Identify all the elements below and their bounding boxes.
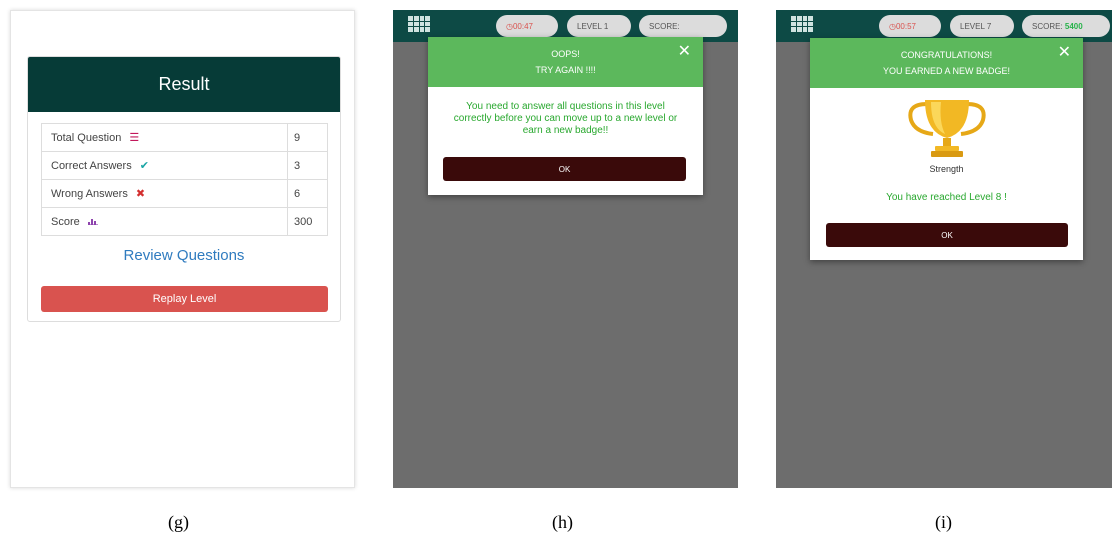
- menu-grid-icon[interactable]: [791, 16, 813, 32]
- ok-button[interactable]: OK: [826, 223, 1068, 247]
- modal-subtitle: YOU EARNED A NEW BADGE!: [882, 66, 1011, 76]
- badge-modal: CONGRATULATIONS! YOU EARNED A NEW BADGE!…: [810, 38, 1083, 260]
- modal-title: OOPS!: [551, 49, 580, 59]
- timer-pill: ◷ 00:47: [496, 15, 558, 37]
- menu-grid-icon[interactable]: [408, 16, 430, 32]
- oops-modal: OOPS! TRY AGAIN !!!! ✕ You need to answe…: [428, 37, 703, 195]
- row-label: Total Question: [51, 132, 122, 144]
- list-icon: ☰: [129, 132, 140, 144]
- result-screen: Result Total Question ☰ 9 Correct Answers…: [10, 10, 355, 488]
- modal-subtitle: TRY AGAIN !!!!: [535, 65, 596, 75]
- check-icon: ✔: [139, 160, 149, 172]
- row-label: Wrong Answers: [51, 188, 128, 200]
- caption-g: (g): [168, 512, 189, 532]
- modal-header: CONGRATULATIONS! YOU EARNED A NEW BADGE!…: [810, 38, 1083, 88]
- timer-value: 00:57: [895, 21, 917, 31]
- row-value: 3: [287, 151, 328, 180]
- score-value: 5400: [1064, 21, 1083, 31]
- level-pill: LEVEL 7: [950, 15, 1014, 37]
- score-label: SCORE:: [1032, 21, 1063, 31]
- row-value: 6: [287, 179, 328, 208]
- bar-chart-icon: [87, 216, 98, 228]
- caption-h: (h): [552, 512, 573, 532]
- ok-button[interactable]: OK: [443, 157, 686, 181]
- caption-i: (i): [935, 512, 952, 532]
- score-pill: SCORE:: [639, 15, 727, 37]
- close-icon[interactable]: ✕: [678, 44, 691, 60]
- badge-name: Strength: [929, 164, 964, 174]
- table-row: Wrong Answers ✖ 6: [41, 179, 328, 208]
- replay-level-button[interactable]: Replay Level: [41, 286, 328, 312]
- modal-title: CONGRATULATIONS!: [900, 50, 993, 60]
- modal-message: You need to answer all questions in this…: [453, 101, 678, 136]
- timer-pill: ◷ 00:57: [879, 15, 941, 37]
- row-value: 300: [287, 207, 328, 236]
- table-row: Score 300: [41, 207, 328, 236]
- score-label: SCORE:: [649, 21, 680, 31]
- table-row: Total Question ☰ 9: [41, 123, 328, 152]
- table-row: Correct Answers ✔ 3: [41, 151, 328, 180]
- review-questions-link[interactable]: Review Questions: [28, 247, 340, 264]
- clock-icon: ◷: [506, 21, 513, 31]
- clock-icon: ◷: [889, 21, 896, 31]
- row-label: Correct Answers: [51, 160, 132, 172]
- score-pill: SCORE: 5400: [1022, 15, 1110, 37]
- cross-icon: ✖: [135, 188, 146, 200]
- level-pill: LEVEL 1: [567, 15, 631, 37]
- timer-value: 00:47: [512, 21, 534, 31]
- row-value: 9: [287, 123, 328, 152]
- result-title: Result: [28, 57, 340, 112]
- result-table: Total Question ☰ 9 Correct Answers ✔ 3 Wro…: [41, 123, 328, 236]
- badge-screen: ◷ 00:57 LEVEL 7 SCORE: 5400 CONGRATULATIO…: [776, 10, 1112, 488]
- modal-header: OOPS! TRY AGAIN !!!! ✕: [428, 37, 703, 87]
- close-icon[interactable]: ✕: [1058, 45, 1071, 61]
- oops-screen: ◷ 00:47 LEVEL 1 SCORE: OOPS! TRY AGAIN !!…: [393, 10, 738, 488]
- trophy-icon: [810, 98, 1083, 165]
- row-label: Score: [51, 215, 80, 228]
- result-card: Result Total Question ☰ 9 Correct Answers…: [27, 56, 341, 322]
- level-reached-message: You have reached Level 8 !: [886, 192, 1007, 203]
